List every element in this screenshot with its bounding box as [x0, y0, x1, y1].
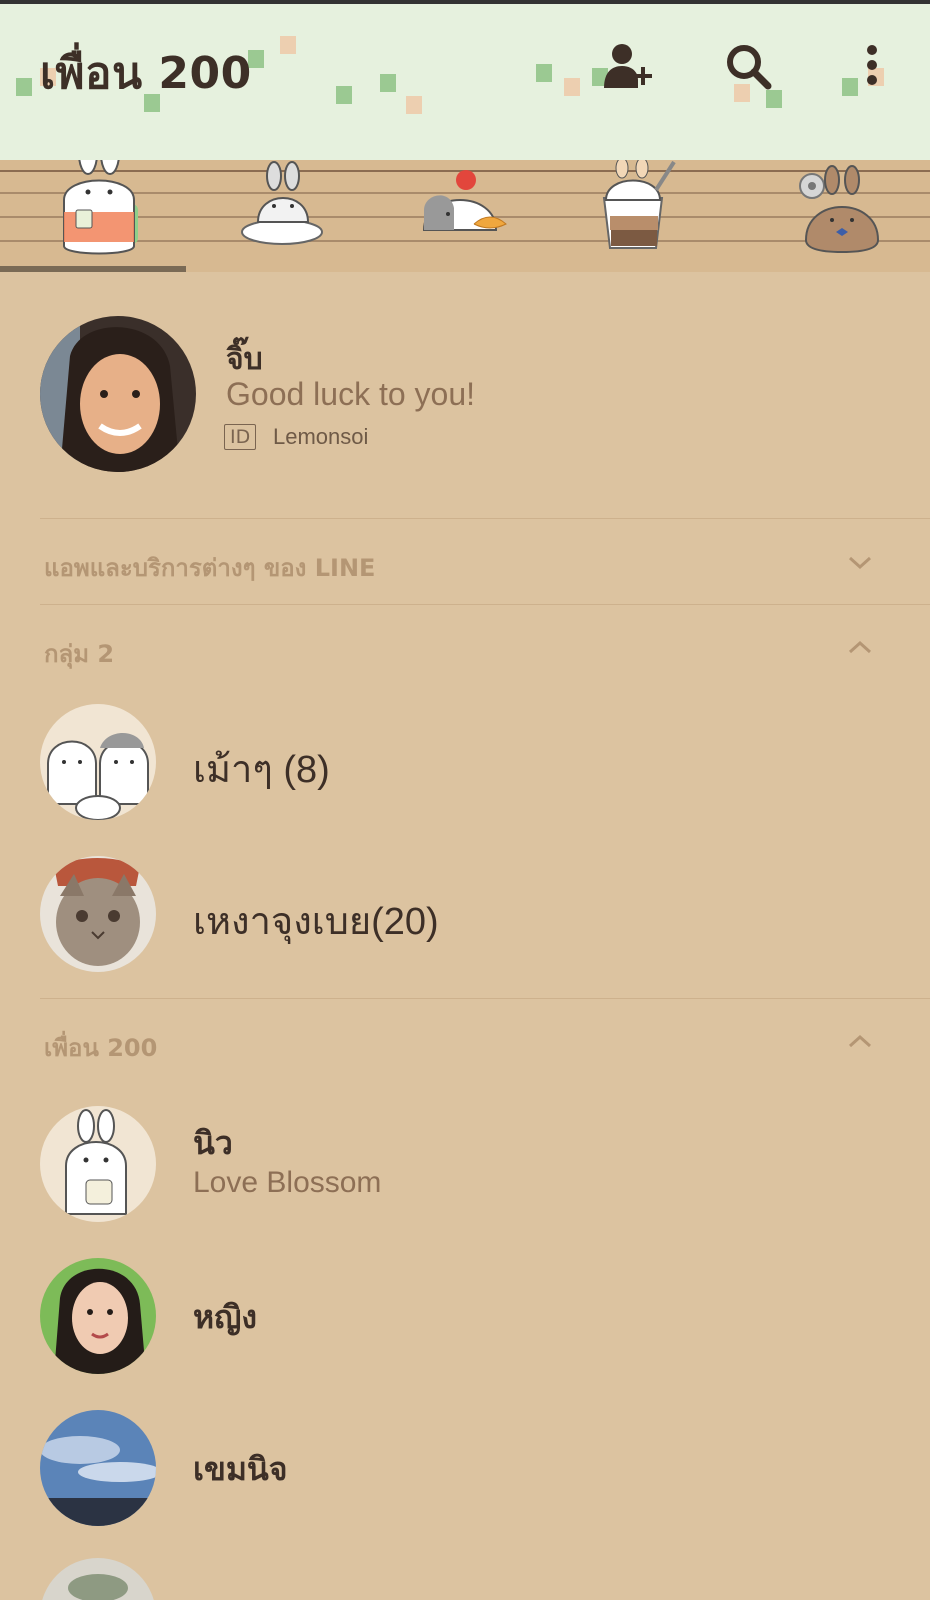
friend-item[interactable]: นิว Love Blossom	[0, 1104, 930, 1224]
friend-avatar	[40, 1558, 156, 1600]
group-avatar	[40, 704, 156, 820]
section-apps-label: แอพและบริการต่างๆ ของ LINE	[44, 554, 376, 582]
add-friend-icon[interactable]	[598, 40, 654, 96]
group-avatar	[40, 856, 156, 972]
tab-indicator	[0, 266, 186, 272]
decor-square	[842, 78, 858, 96]
group-name: เม้าๆ (8)	[193, 749, 330, 791]
tab-timeline-icon[interactable]	[224, 160, 344, 272]
friend-item[interactable]: เขมนิจ	[0, 1408, 930, 1528]
decor-square	[564, 78, 580, 96]
divider	[40, 518, 930, 519]
section-groups-label: กลุ่ม 2	[44, 640, 115, 668]
id-badge: ID	[224, 424, 257, 450]
friend-avatar	[40, 1258, 156, 1374]
tab-settings-icon[interactable]	[792, 160, 912, 272]
divider	[40, 998, 930, 999]
decor-square	[406, 96, 422, 114]
section-groups[interactable]: กลุ่ม 2	[0, 606, 930, 690]
friend-avatar	[40, 1106, 156, 1222]
friend-name: เขมนิจ	[193, 1450, 288, 1488]
group-name: เหงาจุงเบย(20)	[193, 901, 439, 943]
friend-item[interactable]	[0, 1556, 930, 1600]
tab-news-icon[interactable]	[596, 160, 716, 272]
friend-status: Love Blossom	[193, 1166, 382, 1199]
section-friends-label: เพื่อน 200	[44, 1034, 158, 1062]
group-item[interactable]: เหงาจุงเบย(20)	[0, 854, 930, 974]
search-icon[interactable]	[722, 40, 778, 96]
friend-name: หญิง	[193, 1298, 257, 1336]
decor-square	[536, 64, 552, 82]
chevron-up-icon[interactable]	[846, 636, 874, 660]
chevron-up-icon[interactable]	[846, 1030, 874, 1054]
decor-square	[380, 74, 396, 92]
decor-square	[336, 86, 352, 104]
page-title: เพื่อน 200	[40, 48, 252, 99]
tab-bar	[0, 160, 930, 272]
decor-square	[280, 36, 296, 54]
decor-square	[16, 78, 32, 96]
group-item[interactable]: เม้าๆ (8)	[0, 702, 930, 822]
section-apps[interactable]: แอพและบริการต่างๆ ของ LINE	[0, 520, 930, 604]
profile-avatar	[40, 316, 196, 472]
friend-item[interactable]: หญิง	[0, 1256, 930, 1376]
profile-id: Lemonsoi	[273, 424, 369, 449]
more-options-icon[interactable]	[858, 40, 888, 96]
tab-friends-icon[interactable]	[34, 160, 154, 272]
header-bar: เพื่อน 200	[0, 4, 930, 172]
friend-avatar	[40, 1410, 156, 1526]
friend-name: นิว	[193, 1124, 233, 1162]
profile-status: Good luck to you!	[226, 376, 476, 412]
divider	[40, 604, 930, 605]
my-profile[interactable]: จิ๊บ Good luck to you! ID Lemonsoi	[40, 316, 890, 474]
section-friends[interactable]: เพื่อน 200	[0, 1000, 930, 1084]
tab-chats-icon[interactable]	[410, 160, 530, 272]
chevron-down-icon[interactable]	[846, 550, 874, 574]
